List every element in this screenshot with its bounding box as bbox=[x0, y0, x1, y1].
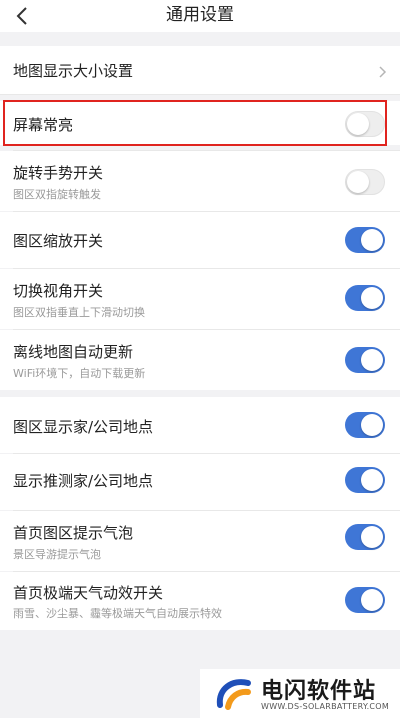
setting-home-company: 图区显示家/公司地点 bbox=[0, 397, 400, 453]
setting-description: 图区双指旋转触发 bbox=[13, 188, 101, 201]
setting-label: 切换视角开关 bbox=[13, 282, 104, 300]
zoom-toggle[interactable] bbox=[345, 227, 385, 253]
setting-description: 雨雪、沙尘暴、霾等极端天气自动展示特效 bbox=[13, 607, 222, 620]
setting-label: 首页极端天气动效开关 bbox=[13, 584, 164, 602]
predict-toggle[interactable] bbox=[345, 467, 385, 493]
toggle-knob bbox=[347, 171, 369, 193]
setting-rotate: 旋转手势开关 图区双指旋转触发 bbox=[0, 151, 400, 211]
setting-description: 景区导游提示气泡 bbox=[13, 548, 101, 561]
toggle-knob bbox=[361, 414, 383, 436]
weather-toggle[interactable] bbox=[345, 587, 385, 613]
setting-label: 首页图区提示气泡 bbox=[13, 524, 134, 542]
setting-bubble: 首页图区提示气泡 景区导游提示气泡 bbox=[0, 511, 400, 571]
setting-label: 图区显示家/公司地点 bbox=[13, 418, 154, 436]
watermark-name: 电闪软件站 bbox=[261, 679, 377, 704]
view-angle-toggle[interactable] bbox=[345, 285, 385, 311]
toggle-knob bbox=[361, 526, 383, 548]
setting-label: 地图显示大小设置 bbox=[13, 62, 134, 80]
toggle-knob bbox=[361, 589, 383, 611]
setting-label: 显示推测家/公司地点 bbox=[13, 472, 154, 490]
watermark: 电闪软件站 WWW.DS-SOLARBATTERY.COM bbox=[200, 669, 400, 718]
toggle-knob bbox=[361, 287, 383, 309]
toggle-knob bbox=[361, 229, 383, 251]
divider bbox=[0, 94, 400, 95]
toggle-knob bbox=[361, 349, 383, 371]
toggle-knob bbox=[361, 469, 383, 491]
setting-offline: 离线地图自动更新 WiFi环境下，自动下载更新 bbox=[0, 330, 400, 390]
setting-view-angle: 切换视角开关 图区双指垂直上下滑动切换 bbox=[0, 269, 400, 329]
setting-description: 图区双指垂直上下滑动切换 bbox=[13, 306, 145, 319]
setting-weather: 首页极端天气动效开关 雨雪、沙尘暴、霾等极端天气自动展示特效 bbox=[0, 572, 400, 630]
setting-label: 图区缩放开关 bbox=[13, 232, 104, 250]
chevron-right-icon bbox=[379, 66, 387, 78]
setting-description: WiFi环境下，自动下载更新 bbox=[13, 367, 146, 380]
bubble-toggle[interactable] bbox=[345, 524, 385, 550]
watermark-url: WWW.DS-SOLARBATTERY.COM bbox=[261, 702, 390, 711]
setting-predict: 显示推测家/公司地点 bbox=[0, 454, 400, 510]
setting-zoom: 图区缩放开关 bbox=[0, 212, 400, 268]
rotate-toggle[interactable] bbox=[345, 169, 385, 195]
setting-label: 离线地图自动更新 bbox=[13, 343, 134, 361]
page-title: 通用设置 bbox=[166, 5, 234, 25]
highlight-box bbox=[3, 100, 387, 146]
header-bar: 通用设置 bbox=[0, 0, 400, 32]
offline-toggle[interactable] bbox=[345, 347, 385, 373]
home-company-toggle[interactable] bbox=[345, 412, 385, 438]
brand-logo-icon bbox=[216, 679, 251, 710]
setting-label: 旋转手势开关 bbox=[13, 164, 104, 182]
setting-map-size[interactable]: 地图显示大小设置 bbox=[0, 46, 400, 94]
